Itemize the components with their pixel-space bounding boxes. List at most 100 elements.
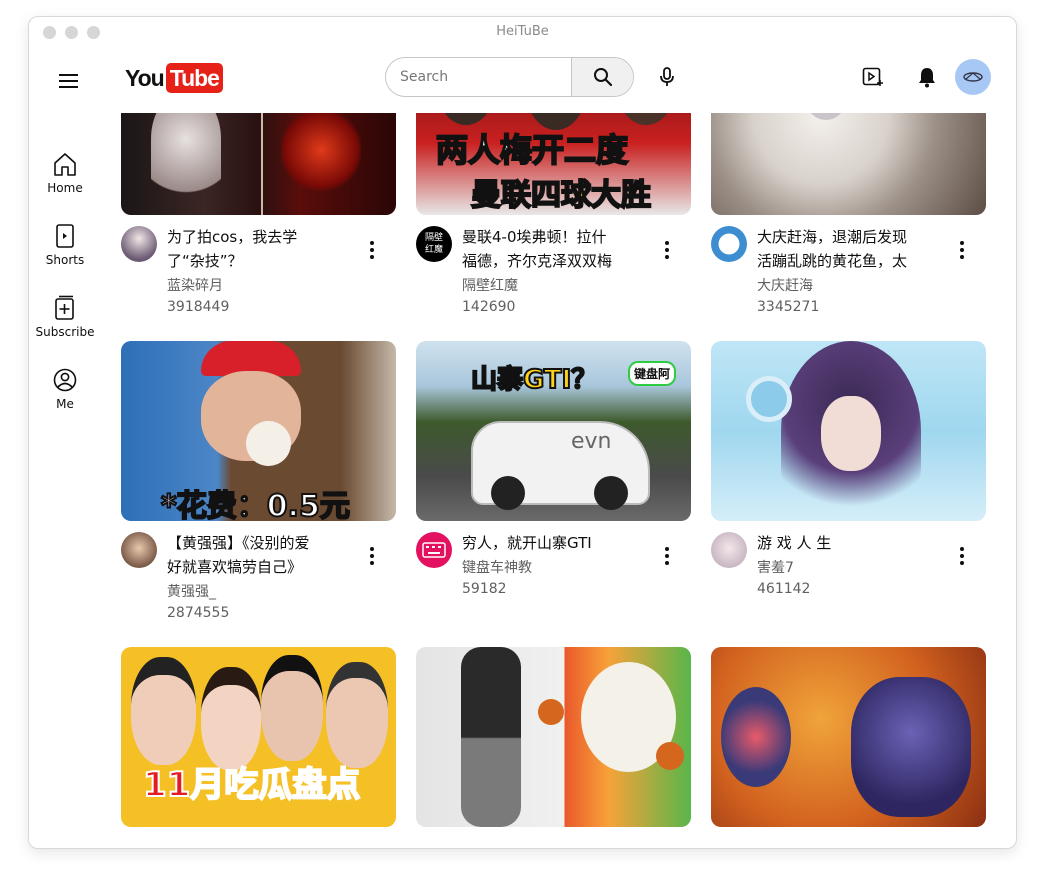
video-title[interactable]: 曼联4-0埃弗顿！拉什福德，齐尔克泽双双梅开二度	[462, 225, 612, 273]
video-card[interactable]: 11月吃瓜盘点	[121, 647, 396, 827]
channel-avatar[interactable]	[121, 532, 157, 568]
search-button[interactable]	[571, 58, 633, 96]
channel-name[interactable]: 黄强强_	[167, 581, 216, 601]
thumbnail-badge: 键盘阿	[628, 361, 677, 386]
sidebar-item-me[interactable]: Me	[29, 367, 101, 427]
video-meta: 游 戏 人 生 害羞7 461142	[711, 521, 986, 617]
video-title[interactable]: 穷人，就开山寨GTI	[462, 531, 612, 555]
avatar-icon	[963, 72, 983, 82]
subscriptions-icon	[55, 295, 74, 320]
channel-avatar[interactable]	[711, 226, 747, 262]
channel-avatar-text: 隔壁红魔	[424, 233, 443, 255]
voice-search-button[interactable]	[649, 59, 685, 95]
sidebar-item-label: Subscribe	[35, 325, 95, 339]
more-options-button[interactable]	[949, 237, 975, 263]
video-meta: 大庆赶海，退潮后发现活蹦乱跳的黄花鱼，太多了 大庆赶海 3345271	[711, 215, 986, 315]
video-meta: 为了拍cos，我去学了“杂技”？ 蓝染碎月 3918449	[121, 215, 396, 315]
video-title[interactable]: 大庆赶海，退潮后发现活蹦乱跳的黄花鱼，太多了	[757, 225, 907, 273]
more-vert-icon	[370, 547, 374, 565]
thumbnail-plate: evn	[571, 429, 612, 454]
more-options-button[interactable]	[359, 237, 385, 263]
more-vert-icon	[960, 547, 964, 565]
channel-name[interactable]: 蓝染碎月	[167, 275, 223, 295]
video-card[interactable]: 为了拍cos，我去学了“杂技”？ 蓝染碎月 3918449	[121, 113, 396, 315]
logo[interactable]: You Tube	[125, 63, 223, 93]
app-window: HeiTuBe You Tube Search Home Shorts Subs…	[28, 16, 1017, 849]
thumbnail-caption: 11月吃瓜盘点	[142, 764, 361, 806]
view-count: 2874555	[167, 605, 230, 621]
video-meta: 【黄强强】《没别的爱好就喜欢犒劳自己》 黄强强_ 2874555	[121, 521, 396, 621]
video-meta: 穷人，就开山寨GTI 键盘车神教 59182	[416, 521, 691, 617]
sidebar-item-label: Home	[47, 181, 83, 195]
view-count: 461142	[757, 581, 811, 597]
more-vert-icon	[665, 241, 669, 259]
user-avatar-button[interactable]	[955, 59, 991, 95]
shorts-icon	[56, 224, 74, 248]
home-icon	[54, 153, 76, 176]
sidebar-item-label: Me	[56, 397, 74, 411]
video-thumbnail[interactable]: evn 山寨GTI？ 键盘阿	[416, 341, 691, 521]
video-title[interactable]: 【黄强强】《没别的爱好就喜欢犒劳自己》	[167, 531, 317, 579]
channel-avatar[interactable]: 隔壁红魔	[416, 226, 452, 262]
video-card[interactable]	[711, 647, 986, 827]
search-icon	[594, 68, 613, 87]
more-options-button[interactable]	[654, 543, 680, 569]
microphone-icon	[660, 67, 674, 86]
video-title[interactable]: 游 戏 人 生	[757, 531, 907, 555]
keyboard-icon	[422, 542, 446, 558]
more-vert-icon	[665, 547, 669, 565]
sidebar-item-subscribe[interactable]: Subscribe	[29, 295, 101, 355]
view-count: 142690	[462, 299, 516, 315]
video-title[interactable]: 为了拍cos，我去学了“杂技”？	[167, 225, 317, 273]
channel-name[interactable]: 键盘车神教	[462, 557, 532, 577]
view-count: 59182	[462, 581, 507, 597]
video-thumbnail[interactable]	[711, 647, 986, 827]
account-icon	[53, 368, 77, 392]
video-thumbnail[interactable]: 两人梅开二度 曼联四球大胜	[416, 113, 691, 215]
menu-icon	[59, 74, 78, 76]
search-input[interactable]	[386, 58, 585, 96]
sidebar-item-label: Shorts	[45, 253, 85, 267]
channel-avatar[interactable]	[121, 226, 157, 262]
more-vert-icon	[370, 241, 374, 259]
logo-you-text: You	[125, 64, 165, 91]
video-thumbnail[interactable]	[416, 647, 691, 827]
thumbnail-caption: 山寨GTI？	[470, 364, 598, 396]
bell-icon	[919, 68, 935, 88]
notifications-button[interactable]	[909, 59, 945, 95]
more-options-button[interactable]	[359, 543, 385, 569]
channel-name[interactable]: 隔壁红魔	[462, 275, 518, 295]
video-grid: 为了拍cos，我去学了“杂技”？ 蓝染碎月 3918449 两人梅开二度 曼联四…	[121, 113, 1016, 848]
video-thumbnail[interactable]: 11月吃瓜盘点	[121, 647, 396, 827]
logo-tube-text: Tube	[165, 63, 223, 93]
thumbnail-caption: *花费：0.5元	[160, 488, 351, 521]
video-card[interactable]: evn 山寨GTI？ 键盘阿 穷人，就开山寨GTI 键盘车神教 59182	[416, 341, 691, 617]
video-thumbnail[interactable]	[121, 113, 396, 215]
video-card[interactable]: 两人梅开二度 曼联四球大胜 隔壁红魔 曼联4-0埃弗顿！拉什福德，齐尔克泽双双梅…	[416, 113, 691, 315]
view-count: 3345271	[757, 299, 820, 315]
search-box	[385, 57, 634, 97]
video-thumbnail[interactable]	[711, 113, 986, 215]
thumbnail-caption: 两人梅开二度	[435, 130, 629, 170]
video-thumbnail[interactable]: *花费：0.5元	[121, 341, 396, 521]
channel-name[interactable]: 害羞7	[757, 557, 794, 577]
menu-button[interactable]	[55, 68, 83, 96]
sidebar: Home Shorts Subscribe Me	[29, 113, 101, 848]
video-meta: 隔壁红魔 曼联4-0埃弗顿！拉什福德，齐尔克泽双双梅开二度 隔壁红魔 14269…	[416, 215, 691, 315]
video-card[interactable]: *花费：0.5元 【黄强强】《没别的爱好就喜欢犒劳自己》 黄强强_ 287455…	[121, 341, 396, 621]
more-options-button[interactable]	[654, 237, 680, 263]
video-card[interactable]: 游 戏 人 生 害羞7 461142	[711, 341, 986, 617]
more-vert-icon	[960, 241, 964, 259]
video-card[interactable]	[416, 647, 691, 827]
channel-name[interactable]: 大庆赶海	[757, 275, 813, 295]
video-card[interactable]: 大庆赶海，退潮后发现活蹦乱跳的黄花鱼，太多了 大庆赶海 3345271	[711, 113, 986, 315]
sidebar-item-shorts[interactable]: Shorts	[29, 223, 101, 283]
channel-avatar[interactable]	[416, 532, 452, 568]
create-video-icon	[862, 67, 883, 86]
video-thumbnail[interactable]	[711, 341, 986, 521]
channel-avatar[interactable]	[711, 532, 747, 568]
create-button[interactable]	[855, 59, 891, 95]
more-options-button[interactable]	[949, 543, 975, 569]
sidebar-item-home[interactable]: Home	[29, 151, 101, 211]
window-title: HeiTuBe	[496, 24, 549, 39]
